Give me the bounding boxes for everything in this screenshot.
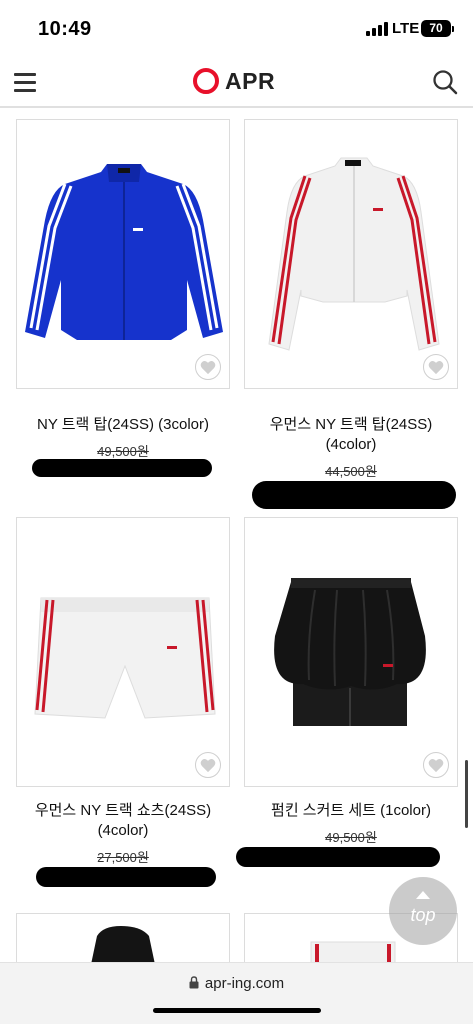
url-text: apr-ing.com xyxy=(204,975,285,992)
pumpkin-skirt-set-image xyxy=(274,578,426,726)
site-header: APR xyxy=(0,56,473,108)
battery-icon: 70 xyxy=(421,20,451,37)
product-image[interactable] xyxy=(16,517,230,787)
wishlist-heart-icon[interactable] xyxy=(195,354,221,380)
white-track-jacket-image xyxy=(268,157,440,351)
brand-logo[interactable]: APR xyxy=(193,66,275,96)
product-image[interactable] xyxy=(16,119,230,389)
redaction-mark xyxy=(32,459,212,477)
address-bar[interactable]: apr-ing.com xyxy=(0,975,473,992)
product-name[interactable]: NY 트랙 탑(24SS) (3color) xyxy=(16,415,230,435)
wishlist-heart-icon[interactable] xyxy=(423,354,449,380)
home-indicator[interactable] xyxy=(153,1008,321,1013)
lock-icon xyxy=(189,976,199,989)
logo-ring-icon xyxy=(193,68,219,94)
status-bar: 10:49 LTE 70 xyxy=(0,0,473,56)
search-icon[interactable] xyxy=(432,69,458,95)
scroll-to-top-button[interactable]: top xyxy=(389,877,457,945)
product-original-price: 27,500원 xyxy=(97,850,149,865)
blue-track-jacket-image xyxy=(25,164,223,340)
wishlist-heart-icon[interactable] xyxy=(195,752,221,778)
redaction-mark xyxy=(252,481,456,509)
hamburger-menu-icon[interactable] xyxy=(14,72,38,92)
product-name[interactable]: 펌킨 스커트 세트 (1color) xyxy=(244,801,458,821)
scroll-indicator[interactable] xyxy=(465,760,468,828)
white-track-shorts-image xyxy=(34,597,216,719)
redaction-mark xyxy=(36,867,216,887)
top-button-label: top xyxy=(410,905,436,925)
product-image[interactable] xyxy=(244,119,458,389)
arrow-up-icon xyxy=(416,891,430,899)
product-original-price: 49,500원 xyxy=(97,444,149,459)
battery-tip xyxy=(452,26,454,32)
status-time: 10:49 xyxy=(38,18,92,40)
redaction-mark xyxy=(236,847,440,867)
network-label: LTE xyxy=(392,20,420,37)
logo-text: APR xyxy=(225,67,276,94)
product-original-price: 44,500원 xyxy=(325,464,377,479)
wishlist-heart-icon[interactable] xyxy=(423,752,449,778)
signal-icon xyxy=(366,22,388,36)
product-image[interactable] xyxy=(244,517,458,787)
product-name[interactable]: 우먼스 NY 트랙 탑(24SS) (4color) xyxy=(244,415,458,455)
product-original-price: 49,500원 xyxy=(325,830,377,845)
product-name[interactable]: 우먼스 NY 트랙 쇼츠(24SS) (4color) xyxy=(16,801,230,841)
browser-bottom-bar: apr-ing.com xyxy=(0,962,473,1024)
